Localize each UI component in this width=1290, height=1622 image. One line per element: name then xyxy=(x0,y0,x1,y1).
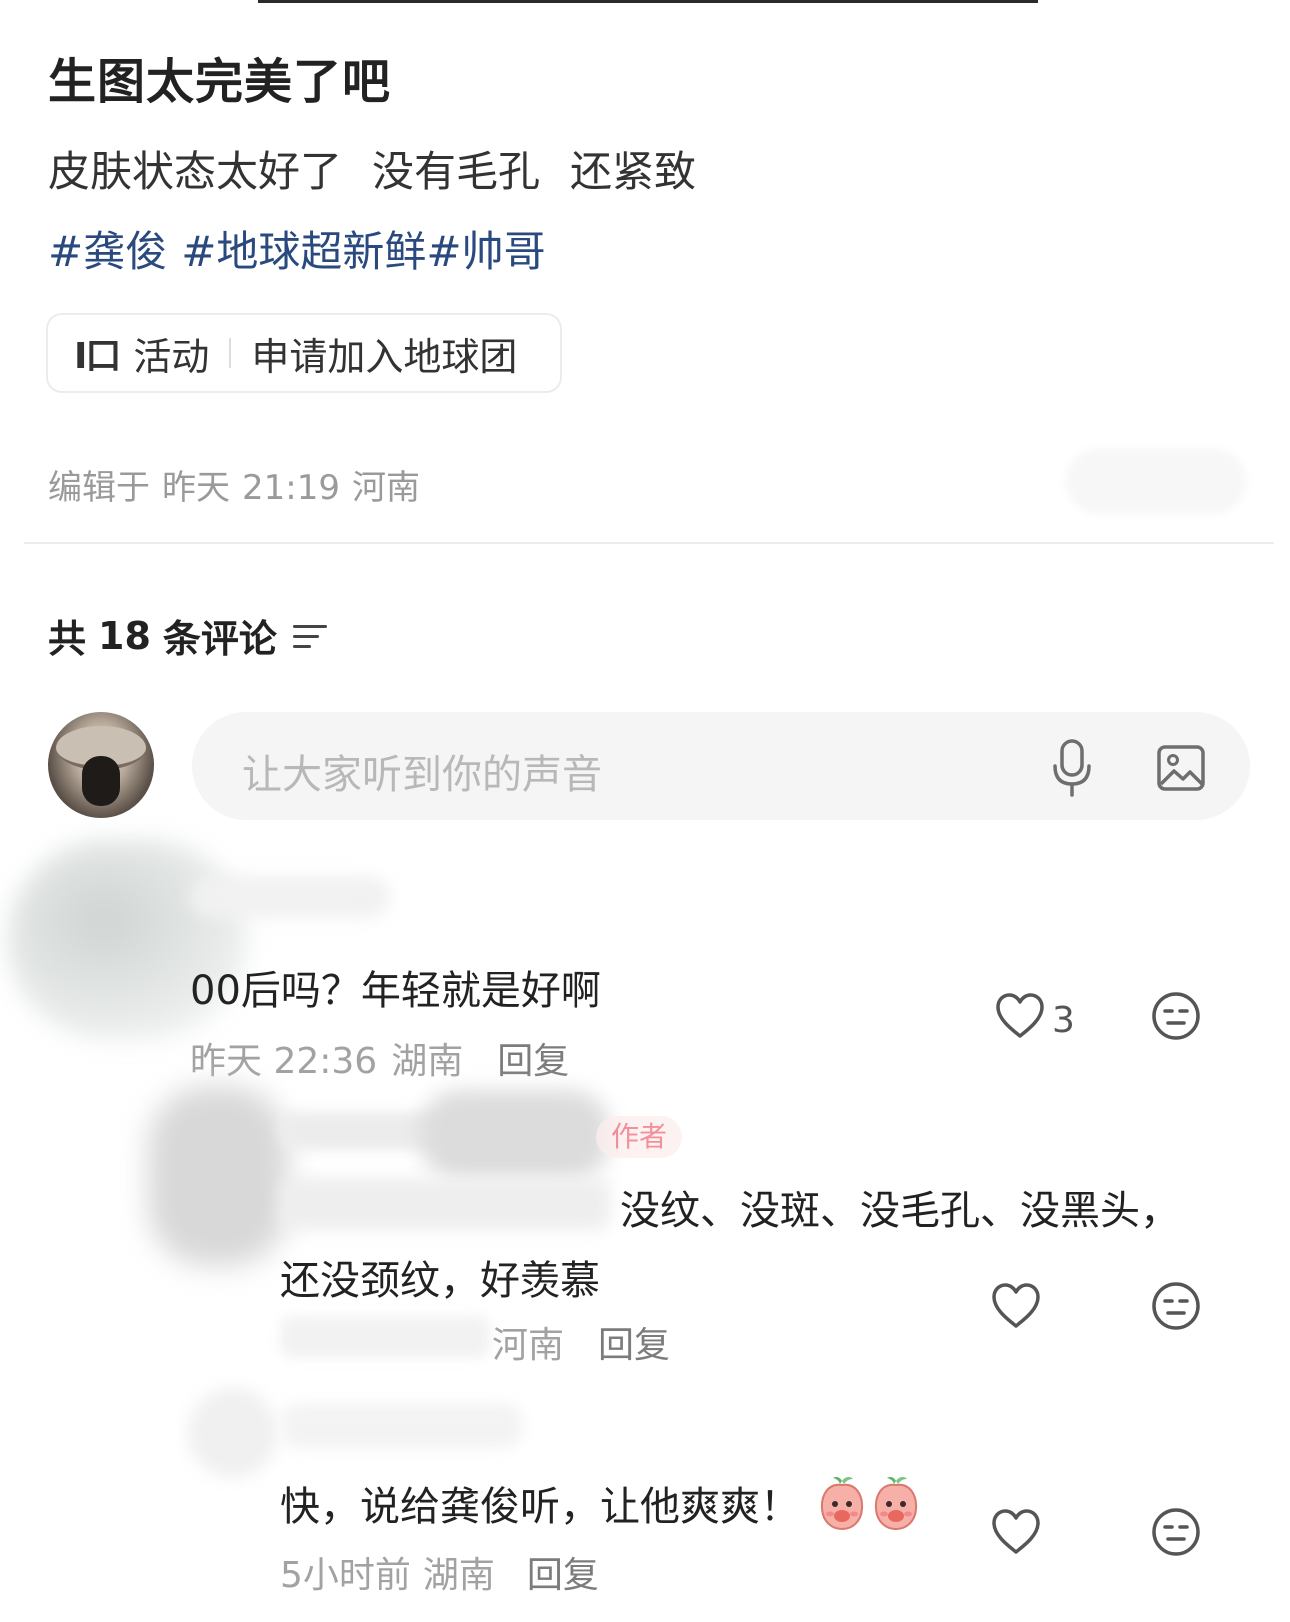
activity-chip[interactable]: I口 活动 申请加入地球团 xyxy=(46,313,562,393)
comment-location: 湖南 xyxy=(422,1555,495,1596)
comment-text: 还没颈纹，好羡慕 xyxy=(280,1258,600,1304)
edited-day: 昨天 xyxy=(162,468,230,508)
author-badge: 作者 xyxy=(596,1116,682,1158)
comment-meta: 5小时前 湖南 回复 xyxy=(280,1546,611,1598)
peach-emoji-icon xyxy=(820,1476,864,1531)
post-tags: #龚俊 #地球超新鲜#帅哥 xyxy=(48,218,560,279)
image-icon[interactable] xyxy=(1156,744,1206,792)
blurred-avatar[interactable] xyxy=(148,1086,288,1266)
comments-suffix: 条评论 xyxy=(162,617,277,661)
hashtag-link[interactable]: #地球超新鲜 xyxy=(181,227,426,276)
hashtag-link[interactable]: #龚俊 xyxy=(48,227,167,276)
heart-icon[interactable] xyxy=(990,1508,1042,1556)
comments-count: 18 xyxy=(98,613,151,658)
comment-meta: 昨天 22:36 湖南 回复 xyxy=(190,1032,583,1084)
chip-divider xyxy=(229,338,232,368)
post-body: 皮肤状态太好了 没有毛孔 还紧致 xyxy=(48,138,726,199)
emoji-face-icon[interactable] xyxy=(1150,1280,1202,1332)
comment-date: 昨天 22:36 xyxy=(190,1041,378,1082)
blurred-action-pill[interactable] xyxy=(1066,448,1246,514)
blurred-username[interactable] xyxy=(190,876,390,918)
comment-location: 河南 xyxy=(492,1325,565,1366)
activity-icon: I口 xyxy=(74,336,121,377)
heart-icon[interactable] xyxy=(994,992,1046,1040)
activity-label: 活动 xyxy=(133,334,210,379)
blurred-username[interactable] xyxy=(420,1090,610,1180)
like-count: 3 xyxy=(1052,1000,1075,1041)
edited-time: 21:19 xyxy=(242,468,340,508)
post-body-part: 皮肤状态太好了 xyxy=(48,147,343,196)
activity-text: 申请加入地球团 xyxy=(251,334,518,379)
emoji-face-icon[interactable] xyxy=(1150,1506,1202,1558)
edited-label: 编辑于 xyxy=(48,468,150,508)
comments-prefix: 共 xyxy=(48,617,87,661)
comment-location: 湖南 xyxy=(391,1041,464,1082)
post-body-part: 还紧致 xyxy=(570,147,697,196)
post-location: 河南 xyxy=(351,468,420,508)
hashtag-link[interactable]: #帅哥 xyxy=(426,227,545,276)
section-divider xyxy=(24,542,1274,544)
post-body-part: 没有毛孔 xyxy=(372,147,541,196)
post-title: 生图太完美了吧 xyxy=(48,54,392,110)
mic-icon[interactable] xyxy=(1050,738,1094,798)
comment-date: 5小时前 xyxy=(280,1555,411,1596)
comment-text: 00后吗？年轻就是好啊 xyxy=(190,968,601,1014)
blurred-text xyxy=(280,1178,610,1230)
comments-header: 共 18 条评论 xyxy=(48,608,327,663)
reply-button[interactable]: 回复 xyxy=(497,1041,569,1082)
blurred-avatar[interactable] xyxy=(188,1388,278,1478)
emoji-face-icon[interactable] xyxy=(1150,990,1202,1042)
blurred-username[interactable] xyxy=(282,1404,522,1448)
comment-text: 快，说给龚俊听，让他爽爽！ xyxy=(280,1484,800,1530)
peach-emoji-icon xyxy=(874,1476,918,1531)
comment-input-placeholder: 让大家听到你的声音 xyxy=(242,752,602,798)
my-avatar xyxy=(48,712,154,818)
sort-icon[interactable] xyxy=(292,621,327,651)
top-edge-bar xyxy=(258,0,1038,3)
comment-text: 没纹、没斑、没毛孔、没黑头， xyxy=(620,1188,1180,1234)
comment-meta: 河南 回复 xyxy=(492,1316,670,1368)
post-meta: 编辑于 昨天 21:19 河南 xyxy=(48,460,432,509)
reply-button[interactable]: 回复 xyxy=(527,1555,599,1596)
blurred-date xyxy=(280,1316,490,1358)
heart-icon[interactable] xyxy=(990,1282,1042,1330)
reply-button[interactable]: 回复 xyxy=(598,1325,670,1366)
comment-row: 快，说给龚俊听，让他爽爽！ xyxy=(280,1474,920,1532)
comment-input[interactable]: 让大家听到你的声音 xyxy=(192,712,1250,820)
